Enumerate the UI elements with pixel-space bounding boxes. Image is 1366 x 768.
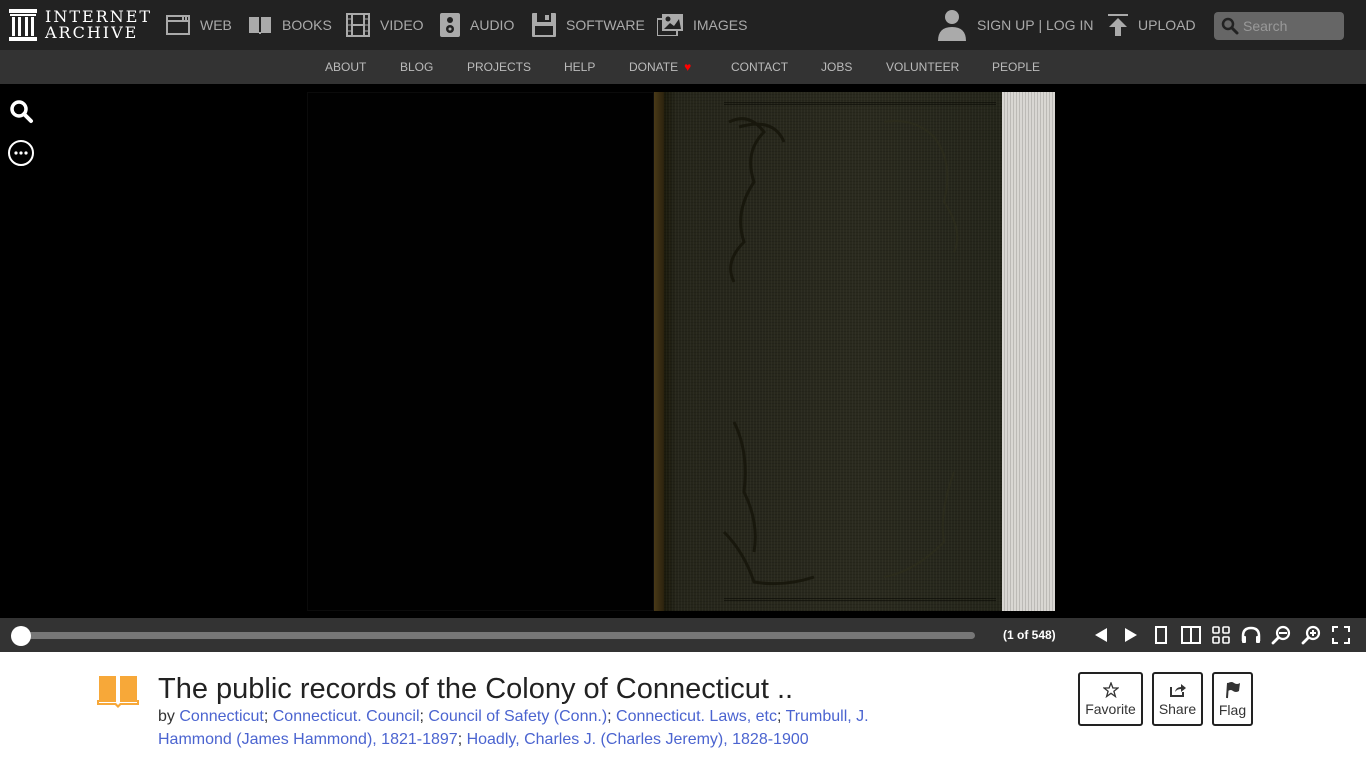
nav-images-label: IMAGES	[693, 17, 748, 33]
nav-software-label: SOFTWARE	[566, 17, 645, 33]
page-edges	[1002, 92, 1055, 611]
sign-up-link[interactable]: SIGN UP	[977, 17, 1035, 33]
internet-archive-logo[interactable]: INTERNET ARCHIVE	[9, 8, 152, 42]
secondary-navigation: ABOUT BLOG PROJECTS HELP DONATE ♥ CONTACT…	[0, 50, 1366, 84]
zoom-out-icon	[1271, 625, 1291, 645]
user-area: SIGN UP | LOG IN	[938, 8, 1093, 42]
texts-book-icon	[97, 676, 139, 708]
creator-link[interactable]: Connecticut. Council	[273, 708, 420, 725]
video-icon	[346, 13, 370, 37]
zoom-in-button[interactable]	[1300, 625, 1322, 645]
share-button[interactable]: Share	[1152, 672, 1203, 726]
search-inside-icon[interactable]	[8, 98, 34, 124]
upload-icon	[1108, 14, 1128, 36]
one-page-icon	[1155, 626, 1167, 644]
subnav-blog[interactable]: BLOG	[400, 60, 433, 74]
arrow-right-icon	[1125, 628, 1137, 642]
upload-label: UPLOAD	[1138, 17, 1196, 33]
favorite-label: Favorite	[1085, 700, 1136, 717]
favorite-button[interactable]: Favorite	[1078, 672, 1143, 726]
nav-books-label: BOOKS	[282, 17, 332, 33]
left-page-blank[interactable]	[307, 92, 654, 611]
log-in-link[interactable]: LOG IN	[1046, 17, 1093, 33]
upload-button[interactable]: UPLOAD	[1108, 12, 1196, 38]
previous-page-button[interactable]	[1090, 625, 1112, 645]
star-icon	[1102, 681, 1119, 698]
cover-ornament-icon	[722, 117, 959, 586]
logo-text: INTERNET ARCHIVE	[45, 9, 152, 41]
reader-controls: (1 of 548)	[0, 618, 1366, 652]
thumbnail-view-button[interactable]	[1210, 625, 1232, 645]
subnav-people[interactable]: PEOPLE	[992, 60, 1040, 74]
zoom-out-button[interactable]	[1270, 625, 1292, 645]
nav-software[interactable]: SOFTWARE	[532, 12, 645, 38]
by-label: by	[158, 708, 175, 725]
flag-button[interactable]: Flag	[1212, 672, 1253, 726]
images-icon	[657, 14, 683, 36]
heart-icon: ♥	[684, 60, 692, 74]
books-icon	[249, 17, 271, 34]
search-input[interactable]	[1243, 18, 1338, 34]
fullscreen-icon	[1332, 626, 1350, 644]
creator-link[interactable]: Connecticut. Laws, etc	[616, 708, 777, 725]
read-aloud-button[interactable]	[1240, 625, 1262, 645]
book-cover-page[interactable]	[654, 92, 1002, 611]
creator-link[interactable]: Hoadly, Charles J. (Charles Jeremy), 182…	[467, 731, 809, 748]
arrow-left-icon	[1095, 628, 1107, 642]
more-options-icon[interactable]	[8, 140, 34, 166]
creator-link[interactable]: Council of Safety (Conn.)	[428, 708, 607, 725]
item-title: The public records of the Colony of Conn…	[158, 673, 794, 705]
nav-web-label: WEB	[200, 17, 232, 33]
audio-icon	[440, 13, 460, 37]
one-page-view-button[interactable]	[1150, 625, 1172, 645]
subnav-volunteer[interactable]: VOLUNTEER	[886, 60, 959, 74]
nav-audio-label: AUDIO	[470, 17, 515, 33]
grid-icon	[1212, 626, 1230, 644]
page-count: (1 of 548)	[1003, 628, 1056, 642]
user-avatar-icon[interactable]	[938, 9, 966, 41]
fullscreen-button[interactable]	[1330, 625, 1352, 645]
book-reader	[0, 84, 1366, 618]
archive-building-icon	[9, 9, 37, 41]
nav-video[interactable]: VIDEO	[346, 12, 424, 38]
software-icon	[532, 13, 556, 37]
item-creators: by Connecticut; Connecticut. Council; Co…	[158, 708, 869, 748]
subnav-donate-label: DONATE	[629, 60, 679, 74]
share-label: Share	[1158, 700, 1197, 717]
two-page-icon	[1181, 626, 1201, 644]
subnav-about[interactable]: ABOUT	[325, 60, 366, 74]
page-scrubber-handle[interactable]	[11, 626, 31, 646]
subnav-projects[interactable]: PROJECTS	[467, 60, 531, 74]
page-scrubber-track[interactable]	[20, 632, 975, 639]
next-page-button[interactable]	[1120, 625, 1142, 645]
nav-audio[interactable]: AUDIO	[440, 12, 514, 38]
nav-books[interactable]: BOOKS	[248, 12, 332, 38]
flag-icon	[1225, 681, 1240, 698]
subnav-contact[interactable]: CONTACT	[731, 60, 788, 74]
nav-web[interactable]: WEB	[166, 12, 232, 38]
web-icon	[166, 15, 190, 35]
subnav-donate[interactable]: DONATE ♥	[629, 60, 691, 74]
headphones-icon	[1241, 626, 1261, 643]
subnav-jobs[interactable]: JOBS	[821, 60, 852, 74]
zoom-in-icon	[1301, 625, 1321, 645]
nav-video-label: VIDEO	[380, 17, 424, 33]
search-box[interactable]	[1214, 12, 1344, 40]
share-icon	[1169, 683, 1186, 697]
top-navigation: INTERNET ARCHIVE WEB BOOKS VIDEO AUDIO S…	[0, 0, 1366, 50]
search-icon	[1221, 17, 1239, 35]
nav-images[interactable]: IMAGES	[657, 12, 747, 38]
auth-separator: |	[1034, 17, 1046, 33]
flag-label: Flag	[1218, 701, 1247, 718]
creator-link[interactable]: Connecticut	[179, 708, 264, 725]
subnav-help[interactable]: HELP	[564, 60, 595, 74]
two-page-view-button[interactable]	[1180, 625, 1202, 645]
logo-line-2: ARCHIVE	[45, 23, 139, 42]
